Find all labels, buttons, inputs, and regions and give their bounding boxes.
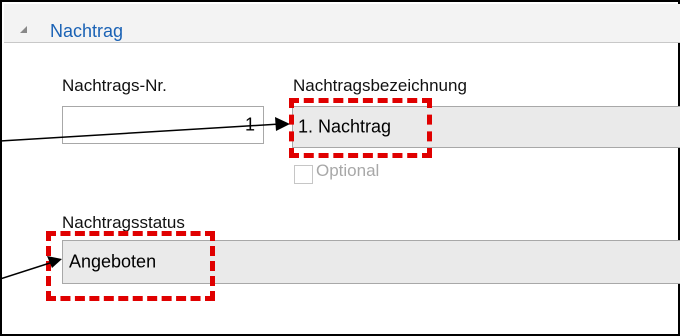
callout-arrow-line-2 <box>0 261 54 280</box>
arrowhead-2-icon <box>47 256 62 268</box>
callout-arrow-line-1 <box>0 123 281 142</box>
callout-arrows <box>0 117 290 280</box>
arrowhead-1-icon <box>275 117 290 131</box>
